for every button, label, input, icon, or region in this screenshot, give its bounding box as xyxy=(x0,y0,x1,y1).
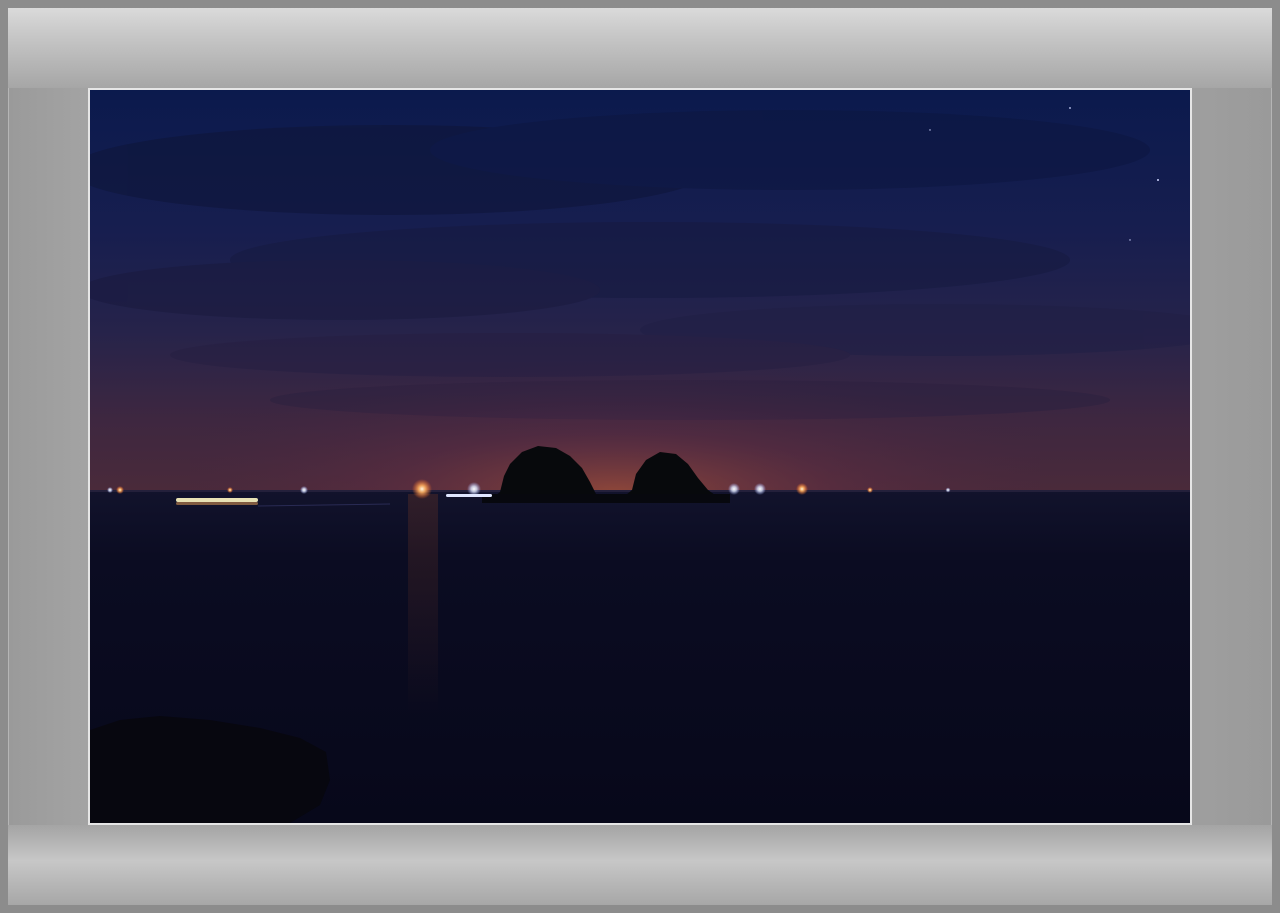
night-seascape-photo xyxy=(88,88,1192,825)
outer-frame xyxy=(0,0,1280,913)
boat-light-streak xyxy=(446,494,492,497)
boat-light-streak-glow xyxy=(176,502,258,505)
light-reflection xyxy=(408,494,438,714)
boat-light-streak xyxy=(176,498,258,502)
horizon-glow xyxy=(190,270,1040,492)
island-base xyxy=(482,494,730,503)
seascape-svg xyxy=(90,90,1190,823)
